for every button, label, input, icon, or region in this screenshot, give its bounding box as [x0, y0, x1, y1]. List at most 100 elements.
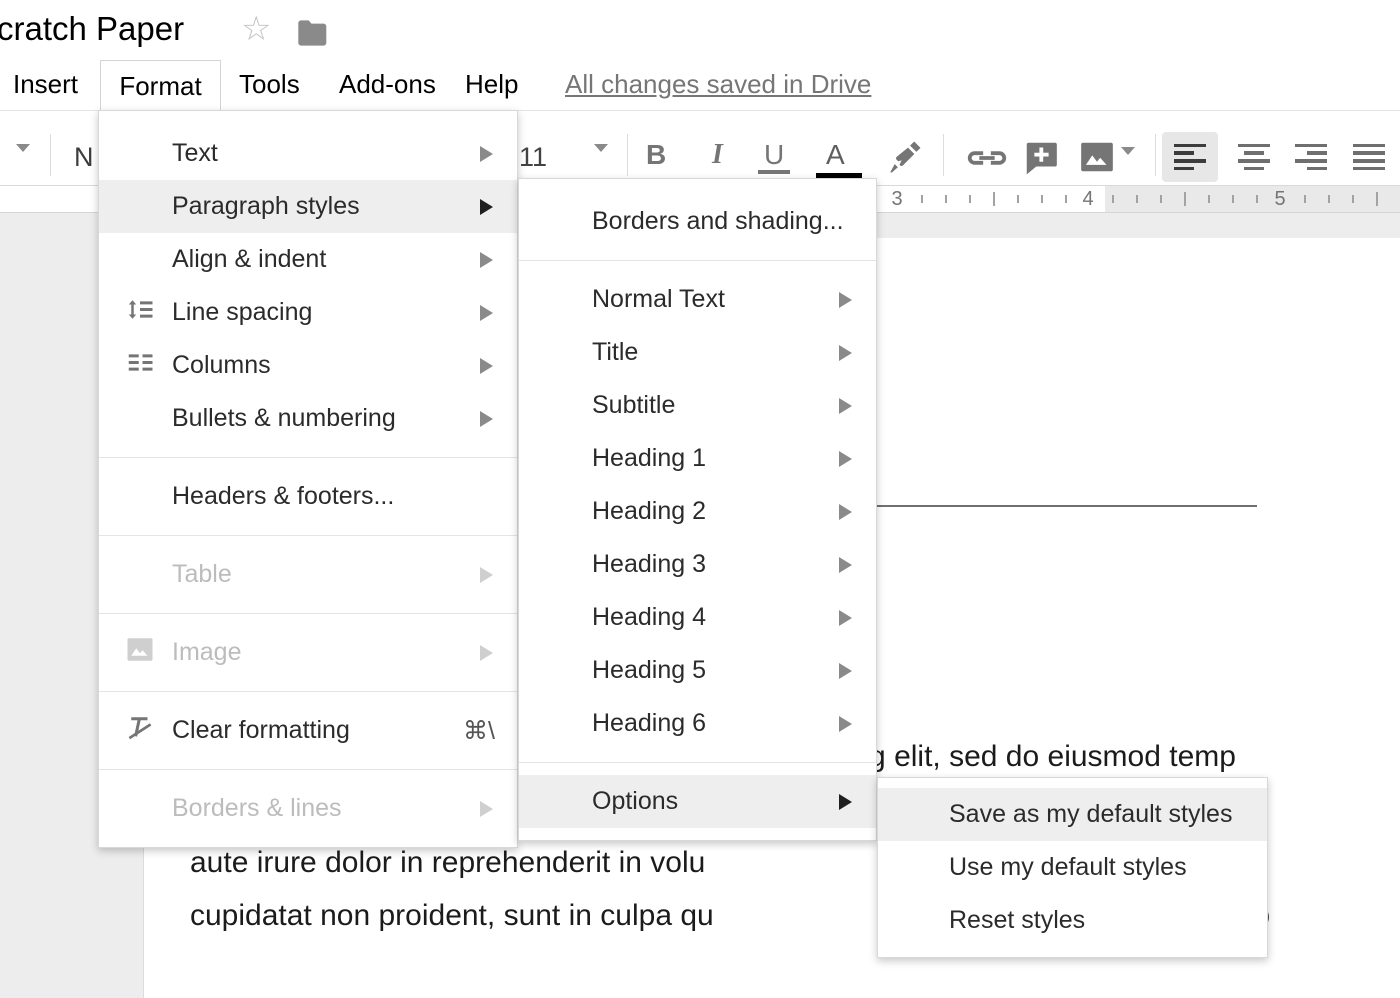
submenu-arrow-icon	[480, 199, 493, 215]
font-size-caret-icon[interactable]	[594, 144, 608, 152]
submenu-arrow-icon	[480, 567, 493, 583]
toolbar-separator	[627, 134, 628, 176]
menu-item-paragraph-styles[interactable]: Paragraph styles	[99, 180, 517, 233]
menu-format[interactable]: Format	[100, 60, 221, 112]
menu-item-borders-lines: Borders & lines	[99, 782, 517, 835]
submenu-arrow-icon	[839, 610, 852, 626]
align-center-icon	[1238, 144, 1270, 171]
menu-item-title[interactable]: Title	[519, 326, 876, 379]
submenu-arrow-icon	[839, 504, 852, 520]
menu-item-save-default-styles[interactable]: Save as my default styles	[878, 788, 1267, 841]
menu-item-text[interactable]: Text	[99, 127, 517, 180]
add-comment-icon[interactable]	[1022, 138, 1060, 181]
align-left-button[interactable]	[1162, 132, 1218, 182]
menu-item-table: Table	[99, 548, 517, 601]
toolbar-separator	[943, 134, 944, 176]
menu-item-line-spacing[interactable]: Line spacing	[99, 286, 517, 339]
insert-link-icon[interactable]	[964, 143, 1010, 178]
menu-item-clear-formatting[interactable]: Clear formatting ⌘\	[99, 704, 517, 757]
options-menu: Save as my default styles Use my default…	[877, 777, 1268, 958]
ruler-number: 4	[1082, 188, 1093, 211]
menu-addons[interactable]: Add-ons	[339, 69, 436, 100]
align-justify-icon	[1353, 144, 1385, 171]
ruler-number: 5	[1274, 188, 1285, 211]
align-left-icon	[1174, 144, 1206, 171]
paragraph-styles-menu: Borders and shading... Normal Text Title…	[518, 178, 877, 841]
menu-tools[interactable]: Tools	[239, 69, 300, 100]
format-menu: Text Paragraph styles Align & indent Lin…	[98, 110, 518, 848]
align-right-icon	[1295, 144, 1327, 171]
submenu-arrow-icon	[480, 252, 493, 268]
menu-separator	[99, 535, 517, 536]
menu-item-heading-5[interactable]: Heading 5	[519, 644, 876, 697]
menu-separator	[99, 769, 517, 770]
italic-button[interactable]: I	[712, 141, 723, 169]
menu-item-normal-text[interactable]: Normal Text	[519, 273, 876, 326]
submenu-arrow-icon	[480, 358, 493, 374]
font-size-value[interactable]: 11	[519, 142, 547, 173]
align-justify-button[interactable]	[1341, 132, 1397, 182]
menu-insert[interactable]: Insert	[13, 69, 78, 100]
menu-separator	[99, 691, 517, 692]
shortcut-label: ⌘\	[463, 716, 495, 746]
submenu-arrow-icon	[839, 716, 852, 732]
menu-separator	[99, 457, 517, 458]
image-dropdown-caret-icon[interactable]	[1121, 147, 1135, 155]
star-icon[interactable]: ☆	[241, 12, 271, 46]
submenu-arrow-icon	[480, 411, 493, 427]
submenu-arrow-icon	[839, 557, 852, 573]
styles-dropdown[interactable]: N	[74, 142, 94, 173]
menu-item-heading-6[interactable]: Heading 6	[519, 697, 876, 750]
submenu-arrow-icon	[839, 663, 852, 679]
menu-item-options[interactable]: Options	[519, 775, 876, 828]
submenu-arrow-icon	[480, 305, 493, 321]
ruler-number: 3	[891, 188, 902, 211]
menu-item-columns[interactable]: Columns	[99, 339, 517, 392]
align-center-button[interactable]	[1226, 132, 1282, 182]
menu-help[interactable]: Help	[465, 69, 518, 100]
menu-item-heading-1[interactable]: Heading 1	[519, 432, 876, 485]
toolbar-separator	[50, 134, 51, 176]
menu-item-use-default-styles[interactable]: Use my default styles	[878, 841, 1267, 894]
menu-item-borders-shading[interactable]: Borders and shading...	[519, 195, 876, 248]
bold-button[interactable]: B	[646, 141, 666, 169]
save-status-link[interactable]: All changes saved in Drive	[565, 69, 871, 100]
menu-separator	[519, 260, 876, 261]
menu-item-bullets-numbering[interactable]: Bullets & numbering	[99, 392, 517, 445]
menu-item-align-indent[interactable]: Align & indent	[99, 233, 517, 286]
menu-item-heading-3[interactable]: Heading 3	[519, 538, 876, 591]
text-color-button[interactable]: A	[826, 141, 845, 169]
columns-icon	[125, 347, 155, 384]
menu-item-reset-styles[interactable]: Reset styles	[878, 894, 1267, 947]
submenu-arrow-icon	[480, 801, 493, 817]
submenu-arrow-icon	[839, 292, 852, 308]
zoom-dropdown-caret-icon[interactable]	[16, 144, 30, 152]
submenu-arrow-icon	[839, 451, 852, 467]
header: cratch Paper ☆ Insert Format Tools Add-o…	[0, 0, 1400, 110]
menu-separator	[99, 613, 517, 614]
clear-formatting-icon	[125, 712, 155, 749]
menu-item-heading-2[interactable]: Heading 2	[519, 485, 876, 538]
paint-format-icon[interactable]	[886, 138, 924, 181]
submenu-arrow-icon	[480, 146, 493, 162]
menu-item-image: Image	[99, 626, 517, 679]
submenu-arrow-icon	[480, 645, 493, 661]
align-right-button[interactable]	[1283, 132, 1339, 182]
image-icon	[125, 634, 155, 671]
line-spacing-icon	[125, 294, 155, 331]
toolbar-separator	[1155, 134, 1156, 176]
folder-icon[interactable]	[296, 19, 330, 52]
submenu-arrow-icon	[839, 345, 852, 361]
ruler-margin-area	[1105, 186, 1400, 212]
insert-image-icon[interactable]	[1078, 138, 1116, 181]
submenu-arrow-icon	[839, 398, 852, 414]
menu-item-headers-footers[interactable]: Headers & footers...	[99, 470, 517, 523]
underline-button[interactable]: U	[758, 141, 790, 174]
menu-item-heading-4[interactable]: Heading 4	[519, 591, 876, 644]
menu-separator	[519, 762, 876, 763]
menu-item-subtitle[interactable]: Subtitle	[519, 379, 876, 432]
document-text-line: cupidatat non proident, sunt in culpa qu	[190, 896, 734, 936]
document-title-input[interactable]: cratch Paper	[0, 10, 184, 48]
submenu-arrow-icon	[839, 794, 852, 810]
google-docs-app: per r adipiscing elit, sed do eiusmod te…	[0, 0, 1400, 998]
